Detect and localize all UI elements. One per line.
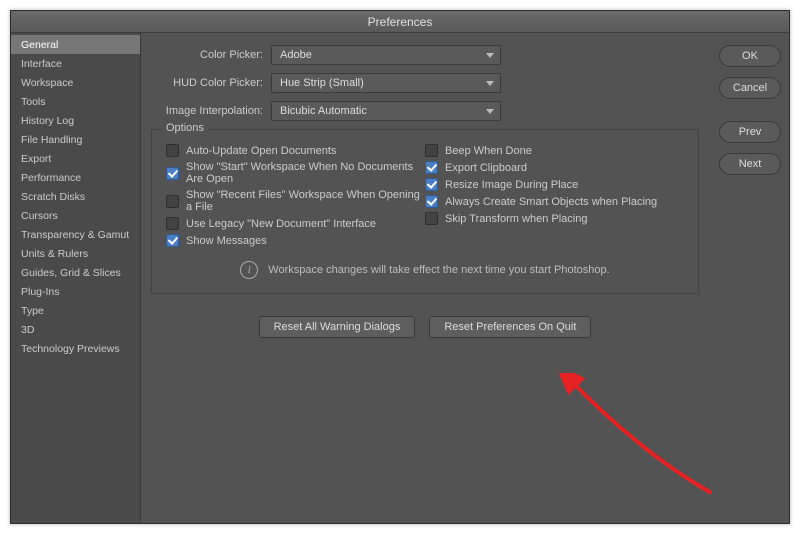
checkbox-box[interactable] — [166, 217, 179, 230]
checkbox-show-recent-files-workspace-when-opening-a-file[interactable]: Show "Recent Files" Workspace When Openi… — [166, 189, 425, 213]
checkbox-label: Always Create Smart Objects when Placing — [445, 196, 657, 208]
checkbox-label: Auto-Update Open Documents — [186, 145, 336, 157]
sidebar-item-technology-previews[interactable]: Technology Previews — [11, 339, 140, 358]
checkbox-show-start-workspace-when-no-documents-are-open[interactable]: Show "Start" Workspace When No Documents… — [166, 161, 425, 185]
sidebar-item-3d[interactable]: 3D — [11, 320, 140, 339]
checkbox-box[interactable] — [425, 144, 438, 157]
sidebar-item-general[interactable]: General — [11, 35, 140, 54]
checkbox-label: Show Messages — [186, 235, 267, 247]
sidebar-item-tools[interactable]: Tools — [11, 92, 140, 111]
checkbox-box[interactable] — [425, 212, 438, 225]
next-button[interactable]: Next — [719, 153, 781, 175]
checkbox-label: Export Clipboard — [445, 162, 527, 174]
checkbox-label: Skip Transform when Placing — [445, 213, 587, 225]
checkbox-box[interactable] — [425, 178, 438, 191]
sidebar-item-guides-grid-slices[interactable]: Guides, Grid & Slices — [11, 263, 140, 282]
reset-preferences-on-quit-button[interactable]: Reset Preferences On Quit — [429, 316, 591, 338]
sidebar-item-transparency-gamut[interactable]: Transparency & Gamut — [11, 225, 140, 244]
checkbox-label: Resize Image During Place — [445, 179, 578, 191]
hud-color-picker-label: HUD Color Picker: — [151, 77, 271, 89]
info-icon: i — [240, 261, 258, 279]
dialog-buttons: OK Cancel Prev Next — [709, 33, 789, 523]
checkbox-label: Use Legacy "New Document" Interface — [186, 218, 376, 230]
preferences-panel: Color Picker: Adobe HUD Color Picker: Hu… — [141, 33, 709, 523]
color-picker-label: Color Picker: — [151, 49, 271, 61]
window-title: Preferences — [11, 11, 789, 33]
checkbox-beep-when-done[interactable]: Beep When Done — [425, 144, 684, 157]
category-sidebar: GeneralInterfaceWorkspaceToolsHistory Lo… — [11, 33, 141, 523]
hud-color-picker-select[interactable]: Hue Strip (Small) — [271, 73, 501, 93]
checkbox-box[interactable] — [166, 144, 179, 157]
prev-button[interactable]: Prev — [719, 121, 781, 143]
checkbox-box[interactable] — [166, 234, 179, 247]
color-picker-select[interactable]: Adobe — [271, 45, 501, 65]
sidebar-item-workspace[interactable]: Workspace — [11, 73, 140, 92]
sidebar-item-scratch-disks[interactable]: Scratch Disks — [11, 187, 140, 206]
sidebar-item-history-log[interactable]: History Log — [11, 111, 140, 130]
image-interpolation-label: Image Interpolation: — [151, 105, 271, 117]
sidebar-item-export[interactable]: Export — [11, 149, 140, 168]
cancel-button[interactable]: Cancel — [719, 77, 781, 99]
checkbox-box[interactable] — [425, 161, 438, 174]
checkbox-export-clipboard[interactable]: Export Clipboard — [425, 161, 684, 174]
checkbox-box[interactable] — [166, 195, 179, 208]
options-group: Options Auto-Update Open DocumentsShow "… — [151, 129, 699, 294]
color-picker-value: Adobe — [280, 49, 312, 61]
ok-button[interactable]: OK — [719, 45, 781, 67]
sidebar-item-type[interactable]: Type — [11, 301, 140, 320]
image-interpolation-select[interactable]: Bicubic Automatic — [271, 101, 501, 121]
checkbox-label: Show "Recent Files" Workspace When Openi… — [186, 189, 425, 213]
sidebar-item-file-handling[interactable]: File Handling — [11, 130, 140, 149]
checkbox-always-create-smart-objects-when-placing[interactable]: Always Create Smart Objects when Placing — [425, 195, 684, 208]
sidebar-item-cursors[interactable]: Cursors — [11, 206, 140, 225]
options-legend: Options — [162, 122, 208, 134]
sidebar-item-interface[interactable]: Interface — [11, 54, 140, 73]
checkbox-skip-transform-when-placing[interactable]: Skip Transform when Placing — [425, 212, 684, 225]
checkbox-label: Show "Start" Workspace When No Documents… — [186, 161, 425, 185]
checkbox-resize-image-during-place[interactable]: Resize Image During Place — [425, 178, 684, 191]
checkbox-auto-update-open-documents[interactable]: Auto-Update Open Documents — [166, 144, 425, 157]
sidebar-item-units-rulers[interactable]: Units & Rulers — [11, 244, 140, 263]
sidebar-item-performance[interactable]: Performance — [11, 168, 140, 187]
workspace-info-text: Workspace changes will take effect the n… — [268, 264, 609, 276]
reset-all-warning-dialogs-button[interactable]: Reset All Warning Dialogs — [259, 316, 416, 338]
checkbox-box[interactable] — [425, 195, 438, 208]
checkbox-show-messages[interactable]: Show Messages — [166, 234, 425, 247]
preferences-window: Preferences GeneralInterfaceWorkspaceToo… — [10, 10, 790, 524]
sidebar-item-plug-ins[interactable]: Plug-Ins — [11, 282, 140, 301]
checkbox-box[interactable] — [166, 167, 179, 180]
checkbox-use-legacy-new-document-interface[interactable]: Use Legacy "New Document" Interface — [166, 217, 425, 230]
image-interpolation-value: Bicubic Automatic — [280, 105, 367, 117]
checkbox-label: Beep When Done — [445, 145, 532, 157]
hud-color-picker-value: Hue Strip (Small) — [280, 77, 364, 89]
